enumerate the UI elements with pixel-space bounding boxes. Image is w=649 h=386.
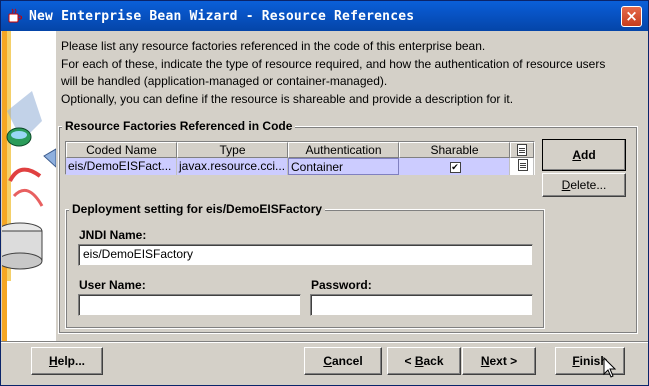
cell-authentication[interactable]: Container (288, 158, 399, 175)
title-bar[interactable]: New Enterprise Bean Wizard - Resource Re… (1, 1, 648, 31)
intro-line: Please list any resource factories refer… (61, 39, 486, 53)
help-button[interactable]: Help... (31, 347, 103, 375)
help-button-label: Help... (48, 354, 85, 368)
back-button[interactable]: < Back (387, 347, 461, 375)
close-icon: × (625, 7, 638, 25)
next-button[interactable]: Next > (462, 347, 536, 375)
deployment-settings-title: Deployment setting for eis/DemoEISFactor… (69, 202, 326, 216)
wizard-side-graphic (2, 31, 56, 341)
jndi-name-label: JNDI Name: (79, 228, 147, 242)
intro-line: will be handled (application-managed or … (61, 74, 388, 88)
column-header-description[interactable] (510, 142, 534, 158)
back-button-label: < Back (404, 354, 444, 368)
document-icon (517, 144, 527, 156)
next-button-label: Next > (480, 354, 518, 368)
column-header-type[interactable]: Type (177, 142, 288, 158)
column-header-sharable[interactable]: Sharable (399, 142, 510, 158)
cell-sharable[interactable]: ✔ (399, 158, 510, 175)
jndi-name-input[interactable]: eis/DemoEISFactory (78, 244, 533, 266)
user-name-input[interactable] (78, 294, 301, 316)
intro-line: For each of these, indicate the type of … (61, 56, 606, 71)
cancel-button-label: Cancel (323, 354, 363, 368)
sharable-checkbox[interactable]: ✔ (449, 162, 461, 173)
add-button[interactable]: Add (542, 139, 626, 171)
coffee-cup-icon (8, 8, 22, 23)
window-title: New Enterprise Bean Wizard - Resource Re… (29, 9, 415, 24)
intro-line: Optionally, you can define if the resour… (61, 91, 514, 106)
resource-factories-title: Resource Factories Referenced in Code (62, 119, 296, 133)
add-button-label: Add (572, 148, 596, 162)
wizard-window: New Enterprise Bean Wizard - Resource Re… (0, 0, 649, 386)
cell-type[interactable]: javax.resource.cci... (177, 158, 288, 175)
document-icon (517, 159, 528, 171)
intro-text: Please list any resource factories refer… (61, 38, 646, 108)
cell-description[interactable] (510, 158, 534, 175)
footer-separator (1, 341, 648, 343)
table-header: Coded Name Type Authentication Sharable (66, 142, 534, 158)
cell-coded-name[interactable]: eis/DemoEISFact... (66, 158, 177, 175)
close-button[interactable]: × (621, 6, 642, 27)
cancel-button[interactable]: Cancel (304, 347, 382, 375)
password-label: Password: (311, 278, 372, 292)
column-header-authentication[interactable]: Authentication (288, 142, 399, 158)
user-name-label: User Name: (79, 278, 146, 292)
table-row[interactable]: eis/DemoEISFact... javax.resource.cci...… (66, 158, 534, 175)
column-header-coded-name[interactable]: Coded Name (66, 142, 177, 158)
wizard-art-icon (2, 31, 56, 341)
mouse-pointer-icon (603, 357, 617, 378)
password-input[interactable] (310, 294, 533, 316)
delete-button-label: Delete... (561, 178, 607, 192)
resource-table[interactable]: Coded Name Type Authentication Sharable … (65, 141, 535, 175)
delete-button[interactable]: Delete... (542, 173, 626, 197)
